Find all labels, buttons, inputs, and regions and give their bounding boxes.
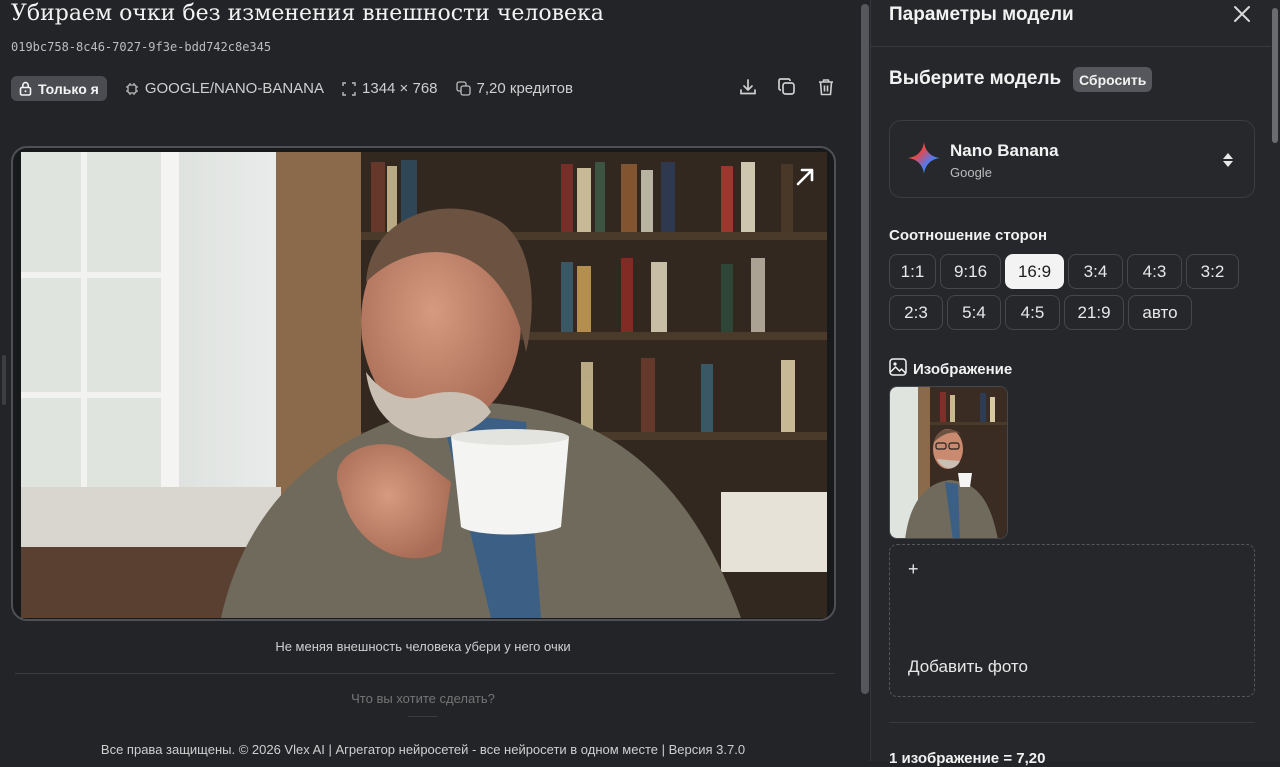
aspect-chip[interactable]: 2:3 bbox=[889, 295, 943, 330]
coins-icon bbox=[455, 81, 471, 96]
panel-divider bbox=[871, 46, 1271, 47]
expand-icon[interactable] bbox=[794, 166, 816, 193]
trash-icon[interactable] bbox=[816, 76, 836, 98]
main-scrollbar[interactable] bbox=[861, 4, 869, 694]
ask-input[interactable] bbox=[0, 690, 846, 707]
aspect-chip[interactable]: 4:3 bbox=[1127, 254, 1182, 289]
settings-panel: Параметры модели Выберите модель Сбросит… bbox=[870, 0, 1280, 767]
footer-text: Все права защищены. © 2026 Vlex AI | Агр… bbox=[100, 742, 746, 757]
resolution-label: 1344 × 768 bbox=[362, 80, 438, 97]
copy-icon[interactable] bbox=[777, 76, 797, 98]
result-image-frame bbox=[11, 146, 836, 621]
prompt-text: Не меняя внешность человека убери у него… bbox=[275, 639, 571, 654]
aspect-chip[interactable]: 4:5 bbox=[1005, 295, 1060, 330]
image-label-text: Изображение bbox=[913, 360, 1013, 378]
action-icons bbox=[738, 76, 836, 98]
page-title: Убираем очки без изменения внешности чел… bbox=[11, 1, 604, 26]
model-meta-label: GOOGLE/NANO-BANANA bbox=[144, 80, 325, 97]
add-photo-label: Добавить фото bbox=[908, 657, 1028, 676]
main-area: Убираем очки без изменения внешности чел… bbox=[0, 0, 858, 761]
credits-meta: 7,20 кредитов bbox=[455, 80, 573, 97]
add-photo-dropzone[interactable]: + Добавить фото bbox=[889, 544, 1255, 697]
lock-icon bbox=[19, 81, 32, 96]
credits-label: 7,20 кредитов bbox=[476, 80, 573, 97]
aspect-ratio-label: Соотношение сторон bbox=[889, 227, 1048, 244]
aspect-chip[interactable]: 9:16 bbox=[940, 254, 1001, 289]
resolution-meta: 1344 × 768 bbox=[342, 80, 438, 97]
visibility-label: Только я bbox=[38, 80, 99, 97]
aspect-chip[interactable]: 21:9 bbox=[1064, 295, 1124, 330]
aspect-chip-selected[interactable]: 16:9 bbox=[1005, 254, 1064, 289]
model-selector[interactable]: Nano Banana Google bbox=[889, 120, 1255, 198]
cost-summary: 1 изображение = 7,20 bbox=[889, 750, 1046, 767]
aspect-chip[interactable]: 1:1 bbox=[889, 254, 936, 289]
gemini-star-icon bbox=[907, 141, 941, 180]
visibility-badge[interactable]: Только я bbox=[11, 76, 107, 101]
chip-icon bbox=[125, 82, 139, 96]
panel-scrollbar[interactable] bbox=[1272, 8, 1278, 143]
download-icon[interactable] bbox=[738, 76, 758, 98]
sort-arrows-icon bbox=[1222, 152, 1234, 173]
ask-underline bbox=[408, 716, 438, 717]
generation-id: 019bc758-8c46-7027-9f3e-bdd742c8e345 bbox=[11, 40, 272, 54]
aspect-chip[interactable]: 3:2 bbox=[1186, 254, 1239, 289]
aspect-chip[interactable]: 5:4 bbox=[947, 295, 1001, 330]
aspect-chip[interactable]: авто bbox=[1128, 295, 1192, 330]
panel-title: Параметры модели bbox=[889, 4, 1074, 25]
frame-icon bbox=[342, 81, 356, 96]
meta-row: Только я GOOGLE/NANO-BANANA 1344 × 768 7… bbox=[11, 76, 573, 101]
plus-icon: + bbox=[908, 559, 919, 579]
panel-divider-bottom bbox=[889, 722, 1255, 723]
model-meta: GOOGLE/NANO-BANANA bbox=[125, 80, 324, 97]
model-vendor: Google bbox=[950, 165, 992, 180]
close-icon[interactable] bbox=[1231, 3, 1253, 25]
result-image[interactable] bbox=[21, 152, 827, 618]
left-resize-handle[interactable] bbox=[2, 355, 6, 405]
image-section-label: Изображение bbox=[889, 358, 1012, 380]
reset-button[interactable]: Сбросить bbox=[1073, 67, 1153, 92]
image-icon bbox=[889, 358, 907, 380]
aspect-chip[interactable]: 3:4 bbox=[1068, 254, 1123, 289]
divider bbox=[15, 673, 835, 674]
source-image-thumbnail[interactable] bbox=[889, 386, 1008, 539]
choose-model-title: Выберите модель bbox=[889, 68, 1062, 89]
model-name: Nano Banana bbox=[950, 141, 1059, 160]
